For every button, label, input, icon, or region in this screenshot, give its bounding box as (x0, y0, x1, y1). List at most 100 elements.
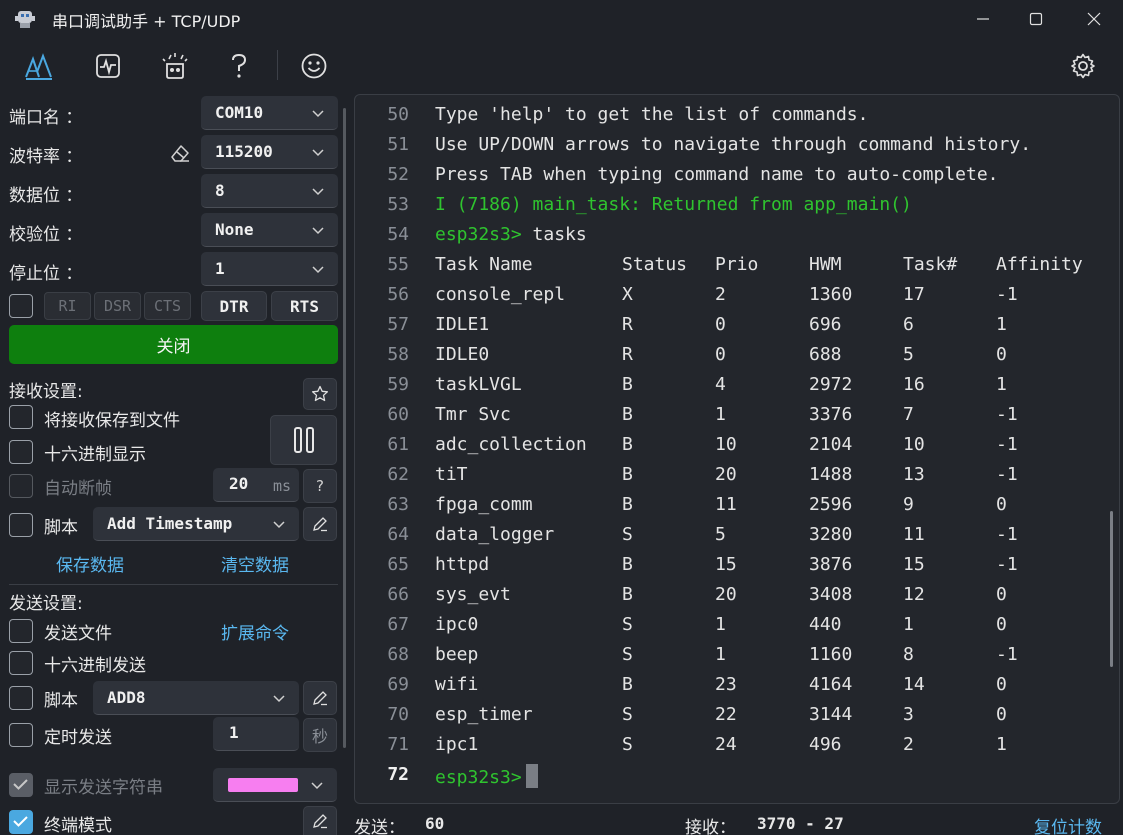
clear-data-link[interactable]: 清空数据 (221, 551, 289, 576)
stopbits-select[interactable]: 1 (201, 252, 338, 286)
line-number: 51 (387, 134, 409, 155)
timed-send-unit: 秒 (303, 718, 337, 752)
help-icon[interactable] (221, 48, 257, 84)
terminal-mode-checkbox[interactable] (9, 810, 33, 834)
table-cell: 0 (715, 344, 726, 365)
table-cell: 5 (903, 344, 914, 365)
table-cell: 10 (715, 434, 737, 455)
minimize-button[interactable] (955, 0, 1011, 38)
ri-indicator: RI (44, 292, 91, 320)
pause-button[interactable] (270, 415, 337, 465)
edit-icon[interactable] (303, 681, 337, 715)
status-bar: 发送： 60 接收： 3770 - 27 复位计数 (354, 808, 1123, 835)
close-button[interactable] (1066, 0, 1122, 38)
table-cell: 440 (809, 614, 842, 635)
auto-frame-checkbox[interactable] (9, 474, 33, 498)
line-number: 60 (387, 404, 409, 425)
question-icon[interactable]: ? (303, 469, 337, 503)
pins-checkbox[interactable] (9, 294, 33, 318)
table-cell: IDLE0 (435, 344, 490, 365)
line-number: 57 (387, 314, 409, 335)
send-file-checkbox[interactable] (9, 619, 33, 643)
send-script-select[interactable]: ADD8 (93, 681, 299, 715)
rts-button[interactable]: RTS (271, 291, 338, 321)
table-cell: 22 (715, 704, 737, 725)
parity-value: None (215, 220, 254, 239)
line-number: 64 (387, 524, 409, 545)
sent-label: 发送： (354, 818, 405, 835)
table-cell: B (622, 584, 633, 605)
waveform-icon[interactable] (90, 48, 126, 84)
line-number: 69 (387, 674, 409, 695)
save-to-file-checkbox[interactable] (9, 405, 33, 429)
serial-icon[interactable] (21, 48, 57, 84)
dtr-button[interactable]: DTR (201, 291, 267, 321)
table-cell: 688 (809, 344, 842, 365)
parity-select[interactable]: None (201, 213, 338, 247)
send-color-select[interactable] (213, 768, 337, 802)
port-select[interactable]: COM10 (201, 96, 338, 130)
receive-script-value: Add Timestamp (107, 514, 233, 533)
table-cell: console_repl (435, 284, 566, 305)
star-icon[interactable] (303, 378, 337, 410)
current-input-line[interactable]: esp32s3> (435, 764, 538, 788)
table-cell: 2596 (809, 494, 853, 515)
prompt-text: esp32s3> (435, 224, 522, 245)
line-number: 66 (387, 584, 409, 605)
send-script-checkbox[interactable] (9, 686, 33, 710)
terminal-scrollbar[interactable] (1110, 511, 1113, 667)
timed-send-checkbox[interactable] (9, 723, 33, 747)
table-cell: fpga_comm (435, 494, 533, 515)
chevron-down-icon (311, 782, 323, 790)
table-cell: -1 (996, 404, 1018, 425)
table-cell: -1 (996, 524, 1018, 545)
tools-icon[interactable] (157, 48, 193, 84)
command-text: tasks (521, 224, 587, 245)
save-data-link[interactable]: 保存数据 (56, 551, 124, 576)
smiley-icon[interactable] (296, 48, 332, 84)
send-settings-title: 发送设置: (9, 594, 83, 614)
timed-send-input[interactable]: 1 (213, 717, 299, 751)
hex-send-checkbox[interactable] (9, 651, 33, 675)
table-cell: adc_collection (435, 434, 587, 455)
baud-select[interactable]: 115200 (201, 135, 338, 169)
terminal-output[interactable]: 50 Type 'help' to get the list of command… (354, 94, 1120, 804)
hex-display-label: 十六进制显示 (44, 445, 146, 465)
chevron-down-icon (273, 695, 285, 703)
close-port-button[interactable]: 关闭 (9, 325, 338, 364)
table-cell: 12 (903, 584, 925, 605)
edit-icon[interactable] (303, 507, 337, 541)
table-cell: 11 (715, 494, 737, 515)
table-cell: data_logger (435, 524, 555, 545)
table-cell: 0 (996, 344, 1007, 365)
extend-command-link[interactable]: 扩展命令 (221, 619, 289, 644)
show-send-checkbox[interactable] (9, 773, 33, 797)
table-cell: esp_timer (435, 704, 533, 725)
receive-script-checkbox[interactable] (9, 513, 33, 537)
hex-display-checkbox[interactable] (9, 440, 33, 464)
chevron-down-icon (312, 110, 324, 118)
auto-frame-input[interactable]: 20 ms (213, 468, 299, 502)
terminal-line: 56 console_repl X 2 1360 17 -1 (355, 279, 1115, 309)
table-cell: 4 (715, 374, 726, 395)
terminal-line: 70 esp_timer S 22 3144 3 0 (355, 699, 1115, 729)
receive-script-select[interactable]: Add Timestamp (93, 507, 299, 541)
terminal-line: 68 beep S 1 1160 8 -1 (355, 639, 1115, 669)
table-cell: S (622, 734, 633, 755)
databits-select[interactable]: 8 (201, 174, 338, 208)
table-cell: -1 (996, 434, 1018, 455)
line-text: Use UP/DOWN arrows to navigate through c… (435, 134, 1032, 155)
parity-label: 校验位 ： (9, 225, 83, 245)
maximize-button[interactable] (1008, 0, 1064, 38)
terminal-mode-label: 终端模式 (44, 816, 112, 835)
line-number: 67 (387, 614, 409, 635)
edit-icon[interactable] (303, 806, 337, 835)
left-scrollbar[interactable] (343, 108, 346, 748)
reset-count-link[interactable]: 复位计数 (1034, 813, 1102, 835)
eraser-icon[interactable] (168, 141, 192, 165)
timed-send-value: 1 (229, 723, 239, 742)
title-bar: 串口调试助手 + TCP/UDP (0, 0, 1123, 38)
line-number: 58 (387, 344, 409, 365)
table-cell: 7 (903, 404, 914, 425)
gear-icon[interactable] (1065, 48, 1101, 84)
